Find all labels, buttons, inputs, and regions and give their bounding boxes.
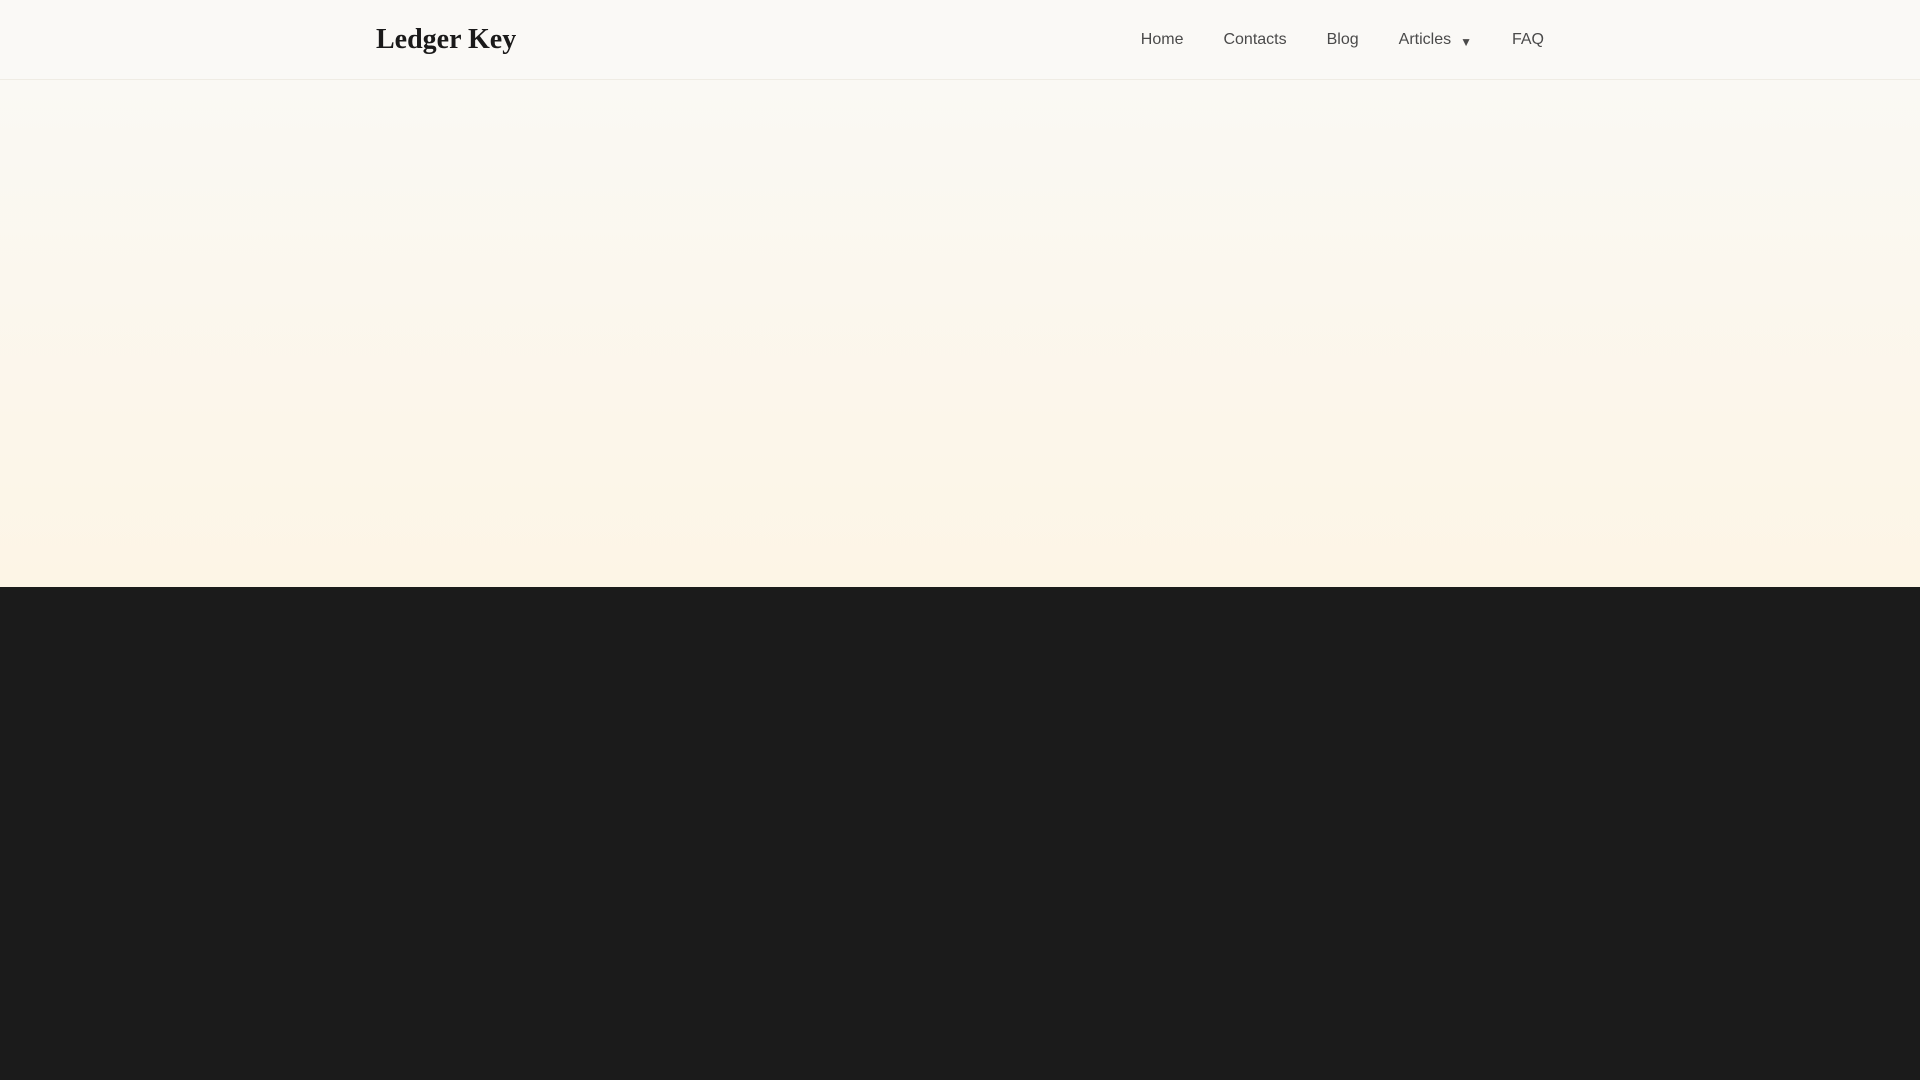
nav-item-faq[interactable]: FAQ xyxy=(1512,31,1544,49)
nav-item-articles-label: Articles xyxy=(1398,31,1452,48)
nav-item-home[interactable]: Home xyxy=(1141,31,1184,49)
site-logo[interactable]: Ledger Key xyxy=(376,0,516,80)
main-nav: Home Contacts Blog Articles ▼ FAQ xyxy=(1141,0,1544,80)
hero-section xyxy=(0,80,1920,587)
nav-item-blog[interactable]: Blog xyxy=(1327,31,1359,49)
nav-item-articles[interactable]: Articles ▼ xyxy=(1399,31,1472,49)
dark-section xyxy=(0,587,1920,1080)
site-header: Ledger Key Home Contacts Blog Articles ▼… xyxy=(0,0,1920,80)
chevron-down-icon: ▼ xyxy=(1460,35,1472,49)
nav-item-contacts[interactable]: Contacts xyxy=(1223,31,1286,49)
